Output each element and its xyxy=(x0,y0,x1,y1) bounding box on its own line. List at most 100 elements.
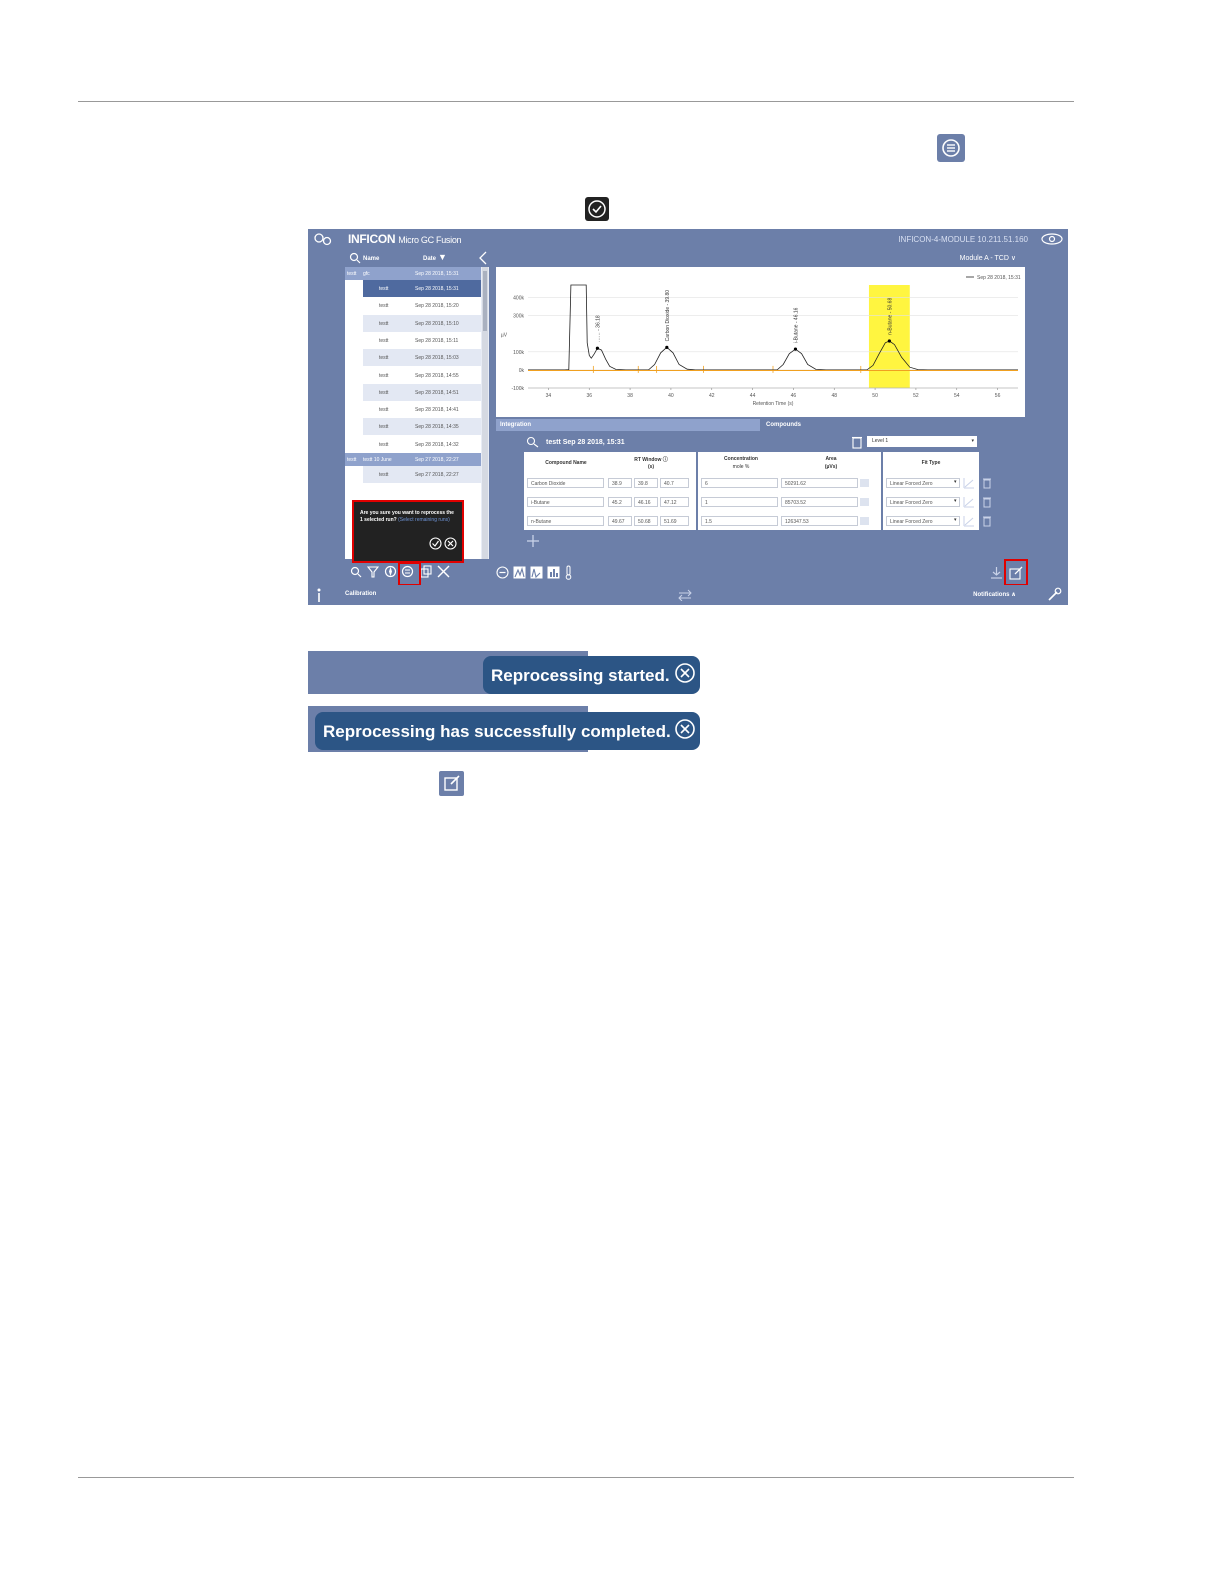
area-cell[interactable]: 85703.52 xyxy=(781,497,858,507)
peak-image-icon[interactable] xyxy=(860,517,869,525)
calibration-curve-icon[interactable] xyxy=(963,515,975,527)
swap-arrows-icon[interactable] xyxy=(678,589,692,601)
filter-icon[interactable] xyxy=(367,566,379,578)
date-column-header[interactable]: Date xyxy=(423,256,436,262)
info-icon[interactable] xyxy=(313,587,325,603)
run-group-header[interactable]: testt gfc Sep 28 2018, 15:31 xyxy=(345,267,481,280)
run-list-item[interactable]: testt Sep 28 2018, 14:32 xyxy=(363,435,481,453)
sort-down-icon[interactable]: ▼ xyxy=(438,252,447,262)
tab-integration[interactable]: Integration xyxy=(496,419,760,431)
x-tick-label: 48 xyxy=(831,393,837,399)
rt-mid-cell[interactable]: 46.16 xyxy=(634,497,658,507)
compass-icon[interactable] xyxy=(384,565,397,578)
calibration-curve-icon[interactable] xyxy=(963,477,975,489)
run-date: Sep 28 2018, 15:20 xyxy=(415,303,459,310)
group-label: testt xyxy=(347,457,357,463)
close-icon[interactable] xyxy=(674,662,696,684)
zoom-search-icon[interactable] xyxy=(526,436,540,448)
wrench-icon[interactable] xyxy=(1046,587,1062,603)
close-icon[interactable] xyxy=(674,718,696,740)
toast-reprocessing-completed: Reprocessing has successfully completed. xyxy=(315,712,700,750)
x-tick-label: 44 xyxy=(750,393,756,399)
rt-mid-cell[interactable]: 39.8 xyxy=(634,478,658,488)
compound-name-header: Compound Name xyxy=(545,460,587,466)
compound-name-cell[interactable]: n-Butane xyxy=(527,516,604,526)
fit-type-select[interactable]: Linear Forced Zero xyxy=(886,516,960,526)
cancel-x-icon[interactable] xyxy=(444,537,457,550)
help-icon[interactable]: ⓘ xyxy=(663,457,668,463)
trash-icon[interactable] xyxy=(982,496,992,508)
compound-name-cell[interactable]: Carbon Dioxide xyxy=(527,478,604,488)
settings-gears-icon[interactable] xyxy=(313,232,333,246)
area-cell[interactable]: 50291.62 xyxy=(781,478,858,488)
rt-start-cell[interactable]: 45.2 xyxy=(608,497,632,507)
thermometer-icon[interactable] xyxy=(564,565,573,580)
run-list-item[interactable]: testt Sep 28 2018, 14:35 xyxy=(363,418,481,436)
rt-end-cell[interactable]: 51.69 xyxy=(660,516,689,526)
trash-icon[interactable] xyxy=(851,435,863,449)
add-compound-icon[interactable] xyxy=(526,534,540,548)
rt-start-cell[interactable]: 49.67 xyxy=(608,516,632,526)
run-list-item[interactable]: testt Sep 28 2018, 15:10 xyxy=(363,314,481,332)
rt-end-cell[interactable]: 40.7 xyxy=(660,478,689,488)
scroll-thumb[interactable] xyxy=(483,271,487,331)
run-date: Sep 28 2018, 15:31 xyxy=(415,286,459,292)
run-name: testt xyxy=(379,372,389,379)
run-list-item[interactable]: testt Sep 28 2018, 15:31 xyxy=(363,280,481,297)
y-axis-label: µV xyxy=(501,333,508,339)
run-list-item[interactable]: testt Sep 28 2018, 15:03 xyxy=(363,349,481,367)
rt-mid-cell[interactable]: 50.68 xyxy=(634,516,658,526)
level-select[interactable]: Level 1 ▾ xyxy=(867,436,977,447)
fit-type-select[interactable]: Linear Forced Zero xyxy=(886,478,960,488)
trash-icon[interactable] xyxy=(982,515,992,527)
search-icon[interactable] xyxy=(350,566,362,578)
download-icon[interactable] xyxy=(990,566,1003,579)
run-group-header[interactable]: testt testt 10 June Sep 27 2018, 22:27 xyxy=(345,453,481,466)
concentration-cell[interactable]: 6 xyxy=(701,478,778,488)
run-list-item[interactable]: testt Sep 28 2018, 15:11 xyxy=(363,331,481,349)
collapse-chevron-left-icon[interactable] xyxy=(477,251,489,265)
footer-rule xyxy=(78,1477,1074,1478)
peak-image-icon[interactable] xyxy=(860,479,869,487)
module-select[interactable]: Module A - TCD ∨ xyxy=(960,254,1016,262)
fit-type-select[interactable]: Linear Forced Zero xyxy=(886,497,960,507)
concentration-cell[interactable]: 1.5 xyxy=(701,516,778,526)
search-icon[interactable] xyxy=(349,252,361,264)
rt-end-cell[interactable]: 47.12 xyxy=(660,497,689,507)
run-list-item[interactable]: testt Sep 28 2018, 14:41 xyxy=(363,401,481,419)
peak-view-icon[interactable] xyxy=(513,566,526,579)
integration-view-icon[interactable] xyxy=(530,566,543,579)
app-header: INFICON Micro GC Fusion INFICON-4-MODULE … xyxy=(308,229,1068,249)
area-cell[interactable]: 126347.53 xyxy=(781,516,858,526)
rt-start-cell[interactable]: 38.9 xyxy=(608,478,632,488)
delete-x-icon[interactable] xyxy=(437,565,450,578)
peak-image-icon[interactable] xyxy=(860,498,869,506)
calibration-label[interactable]: Calibration xyxy=(345,591,376,597)
target-icon[interactable] xyxy=(348,293,362,307)
name-column-header[interactable]: Name xyxy=(363,256,379,262)
eye-icon[interactable] xyxy=(1040,233,1064,245)
run-list-item[interactable]: testt Sep 27 2018, 22:27 xyxy=(363,466,481,483)
chart-toolbar xyxy=(493,559,1028,585)
copy-icon[interactable] xyxy=(420,565,433,578)
select-remaining-link[interactable]: (Select remaining runs) xyxy=(398,517,450,523)
calibration-curve-icon[interactable] xyxy=(963,496,975,508)
run-list-scrollbar[interactable] xyxy=(482,267,488,559)
highlight-reprocess-button xyxy=(398,562,421,586)
compound-name-cell[interactable]: i-Butane xyxy=(527,497,604,507)
run-list-item[interactable]: testt Sep 28 2018, 14:55 xyxy=(363,366,481,384)
toast-started-text: Reprocessing started. xyxy=(491,666,670,685)
peak-label: n-Butane - 50.68 xyxy=(887,298,893,335)
confirm-check-icon[interactable] xyxy=(429,537,442,550)
concentration-cell[interactable]: 1 xyxy=(701,497,778,507)
run-list-item[interactable]: testt Sep 28 2018, 14:51 xyxy=(363,383,481,401)
run-list-item[interactable]: testt Sep 28 2018, 15:20 xyxy=(363,297,481,315)
notifications-toggle[interactable]: Notifications ∧ xyxy=(973,591,1016,598)
edit-save-icon xyxy=(439,771,464,796)
confirm-message: Are you sure you want to reprocess the 1… xyxy=(360,510,456,524)
tab-compounds[interactable]: Compounds xyxy=(762,419,1025,431)
zoom-out-icon[interactable] xyxy=(496,566,509,579)
bar-chart-icon[interactable] xyxy=(547,566,560,579)
peak-marker xyxy=(595,346,600,350)
trash-icon[interactable] xyxy=(982,477,992,489)
